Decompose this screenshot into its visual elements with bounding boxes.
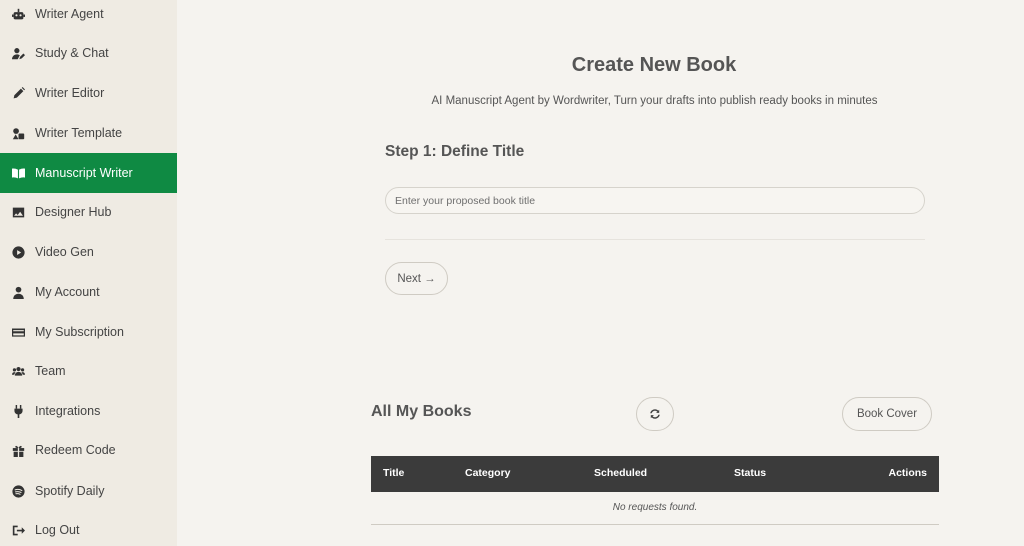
refresh-icon — [650, 409, 660, 419]
sidebar-item-label: My Subscription — [35, 325, 124, 339]
refresh-button[interactable] — [636, 397, 674, 431]
step-title: Step 1: Define Title — [385, 143, 525, 160]
sidebar-item-manuscript-writer[interactable]: Manuscript Writer — [0, 153, 177, 193]
column-header-title[interactable]: Title — [383, 467, 404, 479]
book-open-icon — [11, 166, 25, 180]
book-cover-button[interactable]: Book Cover — [842, 397, 932, 431]
sidebar-item-label: Writer Editor — [35, 86, 105, 100]
sidebar-item-study-chat[interactable]: Study & Chat — [0, 33, 177, 73]
sidebar-item-label: Redeem Code — [35, 443, 116, 457]
sidebar-item-my-account[interactable]: My Account — [0, 272, 177, 312]
column-header-scheduled[interactable]: Scheduled — [594, 467, 647, 479]
users-icon — [11, 364, 25, 378]
sidebar-item-label: My Account — [35, 285, 100, 299]
sidebar-item-designer-hub[interactable]: Designer Hub — [0, 192, 177, 232]
sidebar-item-team[interactable]: Team — [0, 351, 177, 391]
credit-card-icon — [11, 325, 25, 339]
logout-icon — [11, 523, 25, 537]
all-books-title: All My Books — [371, 403, 472, 420]
sidebar-item-label: Manuscript Writer — [35, 166, 133, 180]
sidebar-item-my-subscription[interactable]: My Subscription — [0, 312, 177, 352]
sidebar-item-redeem-code[interactable]: Redeem Code — [0, 430, 177, 470]
play-circle-icon — [11, 245, 25, 259]
column-header-status[interactable]: Status — [734, 467, 766, 479]
sidebar-item-log-out[interactable]: Log Out — [0, 510, 177, 546]
sidebar-item-label: Study & Chat — [35, 46, 109, 60]
sidebar-item-label: Integrations — [35, 404, 101, 418]
sidebar-item-label: Writer Agent — [35, 7, 104, 21]
user-pen-icon — [11, 46, 25, 60]
user-icon — [11, 285, 25, 299]
sidebar-item-writer-agent[interactable]: Writer Agent — [0, 0, 177, 34]
sidebar-item-integrations[interactable]: Integrations — [0, 391, 177, 431]
sidebar-item-label: Writer Template — [35, 126, 123, 140]
books-table-header: Title Category Scheduled Status Actions — [371, 456, 939, 492]
sidebar-item-writer-editor[interactable]: Writer Editor — [0, 73, 177, 113]
shapes-icon — [11, 126, 25, 140]
spotify-icon — [11, 484, 25, 498]
sidebar-item-label: Spotify Daily — [35, 484, 105, 498]
main-content: Create New Book AI Manuscript Agent by W… — [177, 0, 1024, 546]
sidebar-item-writer-template[interactable]: Writer Template — [0, 113, 177, 153]
sidebar-item-label: Designer Hub — [35, 205, 112, 219]
divider — [385, 239, 925, 240]
sidebar-item-spotify-daily[interactable]: Spotify Daily — [0, 471, 177, 511]
image-icon — [11, 205, 25, 219]
page-subtitle: AI Manuscript Agent by Wordwriter, Turn … — [431, 95, 878, 107]
page-title: Create New Book — [571, 54, 737, 76]
pencil-icon — [11, 86, 25, 100]
robot-icon — [11, 7, 25, 21]
sidebar: Writer Agent Study & Chat Writer Editor … — [0, 0, 177, 546]
next-button[interactable]: Next → — [385, 262, 448, 295]
plug-icon — [11, 404, 25, 418]
empty-table-message: No requests found. — [371, 492, 939, 525]
sidebar-item-label: Video Gen — [35, 245, 94, 259]
column-header-category[interactable]: Category — [465, 467, 511, 479]
sidebar-item-label: Team — [35, 364, 66, 378]
sidebar-item-video-gen[interactable]: Video Gen — [0, 232, 177, 272]
gift-icon — [11, 443, 25, 457]
column-header-actions[interactable]: Actions — [888, 467, 927, 479]
sidebar-item-label: Log Out — [35, 523, 80, 537]
book-title-input[interactable] — [385, 187, 925, 214]
